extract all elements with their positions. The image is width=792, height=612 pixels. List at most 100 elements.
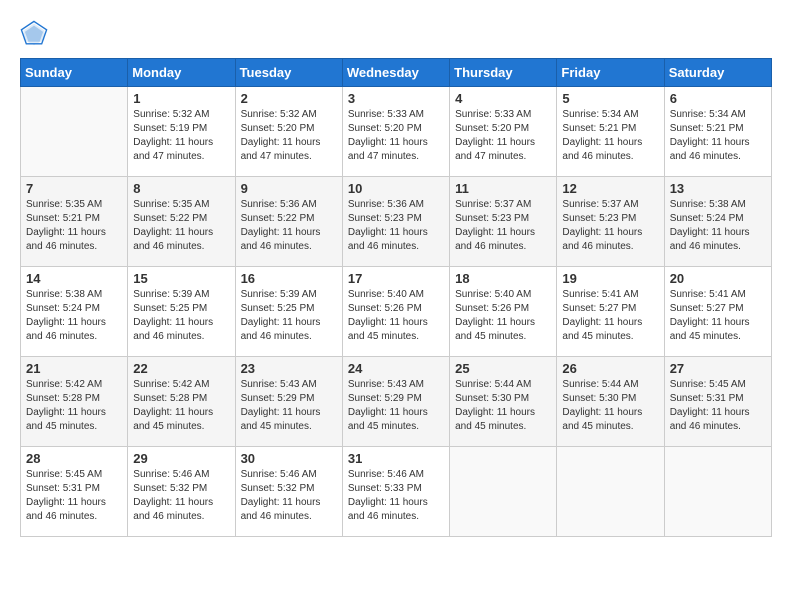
day-number: 28 [26,451,122,466]
day-info: Sunrise: 5:46 AMSunset: 5:32 PMDaylight:… [241,468,337,524]
calendar-cell [557,447,664,537]
day-number: 23 [241,361,337,376]
day-number: 15 [133,271,229,286]
logo-icon [20,20,48,48]
logo [20,20,52,48]
day-number: 27 [670,361,766,376]
page-header [20,20,772,48]
calendar-cell: 21 Sunrise: 5:42 AMSunset: 5:28 PMDayligh… [21,357,128,447]
day-number: 4 [455,91,551,106]
day-number: 19 [562,271,658,286]
calendar-cell: 28 Sunrise: 5:45 AMSunset: 5:31 PMDayligh… [21,447,128,537]
calendar-cell: 22 Sunrise: 5:42 AMSunset: 5:28 PMDayligh… [128,357,235,447]
calendar-cell: 1 Sunrise: 5:32 AMSunset: 5:19 PMDaylight… [128,87,235,177]
weekday-header-sunday: Sunday [21,59,128,87]
day-info: Sunrise: 5:35 AMSunset: 5:22 PMDaylight:… [133,198,229,254]
day-number: 11 [455,181,551,196]
day-info: Sunrise: 5:42 AMSunset: 5:28 PMDaylight:… [26,378,122,434]
calendar-table: SundayMondayTuesdayWednesdayThursdayFrid… [20,58,772,537]
weekday-header-tuesday: Tuesday [235,59,342,87]
calendar-cell [664,447,771,537]
day-info: Sunrise: 5:40 AMSunset: 5:26 PMDaylight:… [455,288,551,344]
weekday-header-wednesday: Wednesday [342,59,449,87]
calendar-cell [450,447,557,537]
calendar-cell: 7Sunrise: 5:35 AMSunset: 5:21 PMDaylight… [21,177,128,267]
calendar-cell: 26 Sunrise: 5:44 AMSunset: 5:30 PMDayligh… [557,357,664,447]
day-number: 8 [133,181,229,196]
day-info: Sunrise: 5:37 AMSunset: 5:23 PMDaylight:… [562,198,658,254]
day-info: Sunrise: 5:34 AMSunset: 5:21 PMDaylight:… [562,108,658,164]
day-number: 14 [26,271,122,286]
calendar-cell: 6 Sunrise: 5:34 AMSunset: 5:21 PMDaylight… [664,87,771,177]
calendar-cell: 9 Sunrise: 5:36 AMSunset: 5:22 PMDaylight… [235,177,342,267]
day-info: Sunrise: 5:41 AMSunset: 5:27 PMDaylight:… [670,288,766,344]
weekday-header-monday: Monday [128,59,235,87]
day-info: Sunrise: 5:38 AMSunset: 5:24 PMDaylight:… [670,198,766,254]
calendar-cell: 10 Sunrise: 5:36 AMSunset: 5:23 PMDayligh… [342,177,449,267]
day-number: 10 [348,181,444,196]
day-info: Sunrise: 5:32 AMSunset: 5:19 PMDaylight:… [133,108,229,164]
day-number: 1 [133,91,229,106]
day-number: 18 [455,271,551,286]
weekday-header-thursday: Thursday [450,59,557,87]
day-info: Sunrise: 5:35 AMSunset: 5:21 PMDaylight:… [26,198,122,254]
calendar-cell: 18 Sunrise: 5:40 AMSunset: 5:26 PMDayligh… [450,267,557,357]
day-number: 26 [562,361,658,376]
calendar-cell: 3 Sunrise: 5:33 AMSunset: 5:20 PMDaylight… [342,87,449,177]
calendar-cell: 31 Sunrise: 5:46 AMSunset: 5:33 PMDayligh… [342,447,449,537]
day-number: 30 [241,451,337,466]
day-info: Sunrise: 5:45 AMSunset: 5:31 PMDaylight:… [26,468,122,524]
day-number: 17 [348,271,444,286]
day-number: 29 [133,451,229,466]
day-number: 22 [133,361,229,376]
day-number: 20 [670,271,766,286]
day-info: Sunrise: 5:39 AMSunset: 5:25 PMDaylight:… [133,288,229,344]
day-info: Sunrise: 5:34 AMSunset: 5:21 PMDaylight:… [670,108,766,164]
calendar-cell: 20 Sunrise: 5:41 AMSunset: 5:27 PMDayligh… [664,267,771,357]
calendar-cell: 4 Sunrise: 5:33 AMSunset: 5:20 PMDaylight… [450,87,557,177]
calendar-cell: 11 Sunrise: 5:37 AMSunset: 5:23 PMDayligh… [450,177,557,267]
calendar-cell: 30 Sunrise: 5:46 AMSunset: 5:32 PMDayligh… [235,447,342,537]
day-info: Sunrise: 5:38 AMSunset: 5:24 PMDaylight:… [26,288,122,344]
day-info: Sunrise: 5:44 AMSunset: 5:30 PMDaylight:… [455,378,551,434]
calendar-cell: 5 Sunrise: 5:34 AMSunset: 5:21 PMDaylight… [557,87,664,177]
day-info: Sunrise: 5:41 AMSunset: 5:27 PMDaylight:… [562,288,658,344]
weekday-header-friday: Friday [557,59,664,87]
calendar-cell: 23 Sunrise: 5:43 AMSunset: 5:29 PMDayligh… [235,357,342,447]
calendar-cell: 25 Sunrise: 5:44 AMSunset: 5:30 PMDayligh… [450,357,557,447]
day-number: 12 [562,181,658,196]
day-number: 9 [241,181,337,196]
day-info: Sunrise: 5:36 AMSunset: 5:23 PMDaylight:… [348,198,444,254]
calendar-cell: 8 Sunrise: 5:35 AMSunset: 5:22 PMDaylight… [128,177,235,267]
calendar-cell: 24Sunrise: 5:43 AMSunset: 5:29 PMDayligh… [342,357,449,447]
calendar-cell: 29 Sunrise: 5:46 AMSunset: 5:32 PMDayligh… [128,447,235,537]
day-info: Sunrise: 5:33 AMSunset: 5:20 PMDaylight:… [348,108,444,164]
calendar-cell: 19 Sunrise: 5:41 AMSunset: 5:27 PMDayligh… [557,267,664,357]
calendar-cell [21,87,128,177]
day-number: 16 [241,271,337,286]
day-number: 21 [26,361,122,376]
day-info: Sunrise: 5:42 AMSunset: 5:28 PMDaylight:… [133,378,229,434]
day-number: 6 [670,91,766,106]
day-info: Sunrise: 5:45 AMSunset: 5:31 PMDaylight:… [670,378,766,434]
calendar-cell: 15 Sunrise: 5:39 AMSunset: 5:25 PMDayligh… [128,267,235,357]
day-info: Sunrise: 5:36 AMSunset: 5:22 PMDaylight:… [241,198,337,254]
day-info: Sunrise: 5:33 AMSunset: 5:20 PMDaylight:… [455,108,551,164]
weekday-header-saturday: Saturday [664,59,771,87]
day-number: 3 [348,91,444,106]
day-number: 25 [455,361,551,376]
day-info: Sunrise: 5:46 AMSunset: 5:32 PMDaylight:… [133,468,229,524]
calendar-cell: 12 Sunrise: 5:37 AMSunset: 5:23 PMDayligh… [557,177,664,267]
day-number: 13 [670,181,766,196]
calendar-cell: 13 Sunrise: 5:38 AMSunset: 5:24 PMDayligh… [664,177,771,267]
day-info: Sunrise: 5:43 AMSunset: 5:29 PMDaylight:… [241,378,337,434]
day-info: Sunrise: 5:44 AMSunset: 5:30 PMDaylight:… [562,378,658,434]
calendar-cell: 2Sunrise: 5:32 AMSunset: 5:20 PMDaylight… [235,87,342,177]
calendar-cell: 16Sunrise: 5:39 AMSunset: 5:25 PMDayligh… [235,267,342,357]
day-number: 31 [348,451,444,466]
day-info: Sunrise: 5:46 AMSunset: 5:33 PMDaylight:… [348,468,444,524]
day-number: 24 [348,361,444,376]
day-info: Sunrise: 5:40 AMSunset: 5:26 PMDaylight:… [348,288,444,344]
day-number: 5 [562,91,658,106]
day-info: Sunrise: 5:37 AMSunset: 5:23 PMDaylight:… [455,198,551,254]
